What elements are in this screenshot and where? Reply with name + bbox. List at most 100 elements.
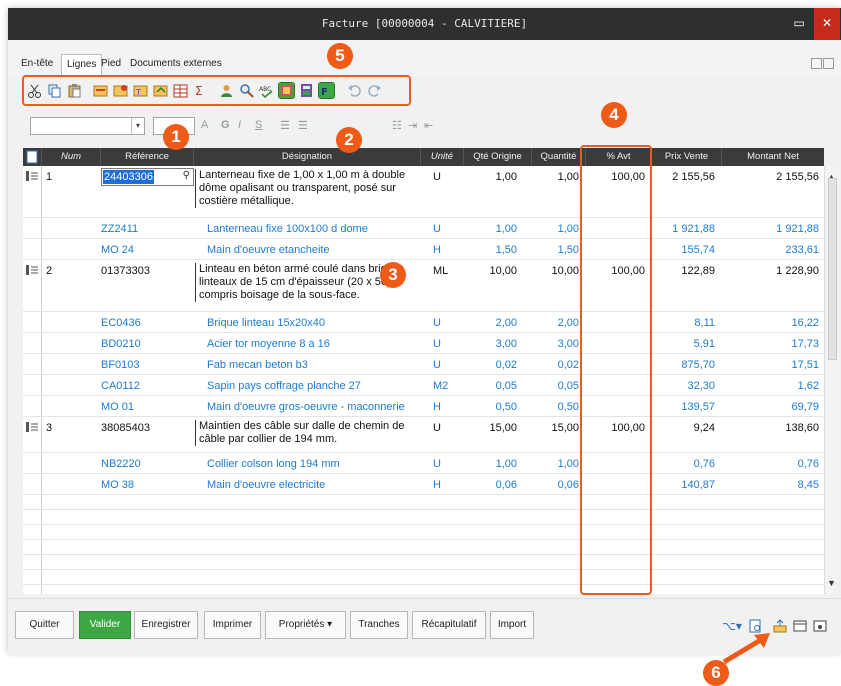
qte-origine-cell[interactable]: 10,00 bbox=[457, 265, 517, 277]
font-select[interactable]: ▾ bbox=[30, 117, 145, 135]
row-gutter[interactable] bbox=[23, 525, 42, 539]
empty-row[interactable] bbox=[23, 510, 824, 525]
import-button[interactable]: Import bbox=[490, 611, 534, 639]
prix-vente-cell[interactable]: 139,57 bbox=[653, 401, 715, 413]
qte-origine-cell[interactable]: 0,06 bbox=[457, 479, 517, 491]
montant-net-cell[interactable]: 2 155,56 bbox=[729, 171, 819, 183]
empty-row[interactable] bbox=[23, 540, 824, 555]
designation-cell[interactable]: Maintien des câble sur dalle de chemin d… bbox=[195, 420, 411, 446]
montant-net-cell[interactable]: 16,22 bbox=[729, 317, 819, 329]
unit-cell[interactable]: U bbox=[433, 171, 441, 183]
row-gutter[interactable] bbox=[23, 540, 42, 554]
enregistrer-button[interactable]: Enregistrer bbox=[134, 611, 198, 639]
montant-net-cell[interactable]: 138,60 bbox=[729, 422, 819, 434]
qte-origine-cell[interactable]: 1,00 bbox=[457, 223, 517, 235]
designation-cell[interactable]: Lanterneau fixe 100x100 d dome bbox=[207, 223, 427, 235]
qte-origine-cell[interactable]: 1,00 bbox=[457, 458, 517, 470]
settings-window-icon[interactable] bbox=[793, 619, 807, 636]
close-tab-icon[interactable] bbox=[823, 58, 834, 69]
empty-row[interactable] bbox=[23, 525, 824, 540]
row-gutter[interactable] bbox=[23, 312, 42, 332]
designation-cell[interactable]: Sapin pays coffrage planche 27 bbox=[207, 380, 427, 392]
tranches-button[interactable]: Tranches bbox=[350, 611, 408, 639]
quantite-cell[interactable]: 15,00 bbox=[529, 422, 579, 434]
row-gutter[interactable] bbox=[23, 239, 42, 259]
row-gutter[interactable] bbox=[23, 260, 42, 311]
tab-documents-externes[interactable]: Documents externes bbox=[125, 54, 227, 74]
col-reference[interactable]: Référence bbox=[101, 148, 194, 166]
row-gutter[interactable] bbox=[23, 218, 42, 238]
prix-vente-cell[interactable]: 1 921,88 bbox=[653, 223, 715, 235]
scroll-down-icon[interactable]: ▼ bbox=[827, 578, 836, 588]
row-gutter[interactable] bbox=[23, 354, 42, 374]
col-montant-net[interactable]: Montant Net bbox=[722, 148, 824, 166]
search-icon[interactable]: ⚲ bbox=[183, 170, 190, 181]
lines-grid[interactable]: 1 24403306 ⚲ Lanterneau fixe de 1,00 x 1,00… bbox=[23, 166, 824, 594]
reference-cell[interactable]: ZZ2411 bbox=[101, 223, 138, 235]
unit-cell[interactable]: U bbox=[433, 223, 441, 235]
vertical-scrollbar[interactable]: ▲ ▼ bbox=[824, 166, 838, 594]
unit-cell[interactable]: H bbox=[433, 479, 441, 491]
quantite-cell[interactable]: 0,50 bbox=[529, 401, 579, 413]
row-gutter[interactable] bbox=[23, 166, 42, 217]
designation-cell[interactable]: Collier colson long 194 mm bbox=[207, 458, 427, 470]
quitter-button[interactable]: Quitter bbox=[15, 611, 74, 639]
table-row-article[interactable]: 3 38085403 Maintien des câble sur dalle de… bbox=[23, 417, 824, 453]
row-gutter[interactable] bbox=[23, 555, 42, 569]
unit-cell[interactable]: H bbox=[433, 244, 441, 256]
table-row-component[interactable]: CA0112 Sapin pays coffrage planche 27 M2 0,… bbox=[23, 375, 824, 396]
montant-net-cell[interactable]: 69,79 bbox=[729, 401, 819, 413]
row-gutter[interactable] bbox=[23, 585, 42, 594]
designation-cell[interactable]: Linteau en béton armé coulé dans briq li… bbox=[195, 263, 411, 302]
reference-cell[interactable]: EC0436 bbox=[101, 317, 141, 329]
designation-cell[interactable]: Fab mecan beton b3 bbox=[207, 359, 427, 371]
table-row-component[interactable]: MO 01 Main d'oeuvre gros-oeuvre - maconne… bbox=[23, 396, 824, 417]
align-left-icon[interactable]: ☰ bbox=[280, 119, 290, 132]
montant-net-cell[interactable]: 17,51 bbox=[729, 359, 819, 371]
montant-net-cell[interactable]: 233,61 bbox=[729, 244, 819, 256]
prix-vente-cell[interactable]: 155,74 bbox=[653, 244, 715, 256]
prix-vente-cell[interactable]: 9,24 bbox=[653, 422, 715, 434]
unit-cell[interactable]: U bbox=[433, 359, 441, 371]
row-gutter[interactable] bbox=[23, 333, 42, 353]
montant-net-cell[interactable]: 17,73 bbox=[729, 338, 819, 350]
quantite-cell[interactable]: 1,00 bbox=[529, 171, 579, 183]
underline-button[interactable]: S bbox=[255, 119, 262, 131]
row-gutter[interactable] bbox=[23, 375, 42, 395]
table-row-component[interactable]: ZZ2411 Lanterneau fixe 100x100 d dome U 1,0… bbox=[23, 218, 824, 239]
reference-cell[interactable]: NB2220 bbox=[101, 458, 141, 470]
qte-origine-cell[interactable]: 0,02 bbox=[457, 359, 517, 371]
window-options-icon[interactable] bbox=[813, 619, 827, 636]
unit-cell[interactable]: M2 bbox=[433, 380, 448, 392]
montant-net-cell[interactable]: 0,76 bbox=[729, 458, 819, 470]
italic-button[interactable]: I bbox=[238, 119, 241, 131]
quantite-cell[interactable]: 0,05 bbox=[529, 380, 579, 392]
quantite-cell[interactable]: 3,00 bbox=[529, 338, 579, 350]
restore-icon[interactable] bbox=[811, 58, 822, 69]
prix-vente-cell[interactable]: 32,30 bbox=[653, 380, 715, 392]
qte-origine-cell[interactable]: 2,00 bbox=[457, 317, 517, 329]
montant-net-cell[interactable]: 1 921,88 bbox=[729, 223, 819, 235]
reference-cell[interactable]: MO 24 bbox=[101, 244, 134, 256]
col-unite[interactable]: Unité bbox=[421, 148, 464, 166]
qte-origine-cell[interactable]: 0,05 bbox=[457, 380, 517, 392]
quantite-cell[interactable]: 1,50 bbox=[529, 244, 579, 256]
bullet-list-icon[interactable]: ☷ bbox=[392, 119, 402, 132]
valider-button[interactable]: Valider bbox=[79, 611, 131, 639]
quantite-cell[interactable]: 1,00 bbox=[529, 223, 579, 235]
reference-cell[interactable]: BD0210 bbox=[101, 338, 141, 350]
chevron-down-icon[interactable]: ▾ bbox=[131, 118, 144, 134]
prix-vente-cell[interactable]: 140,87 bbox=[653, 479, 715, 491]
col-num[interactable]: Num bbox=[42, 148, 101, 166]
qte-origine-cell[interactable]: 15,00 bbox=[457, 422, 517, 434]
montant-net-cell[interactable]: 8,45 bbox=[729, 479, 819, 491]
designation-cell[interactable]: Main d'oeuvre etancheite bbox=[207, 244, 427, 256]
recapitulatif-button[interactable]: Récapitulatif bbox=[412, 611, 486, 639]
unit-cell[interactable]: U bbox=[433, 317, 441, 329]
bold-button[interactable]: G bbox=[221, 119, 230, 131]
table-row-component[interactable]: MO 24 Main d'oeuvre etancheite H 1,50 1,50 15… bbox=[23, 239, 824, 260]
prix-vente-cell[interactable]: 5,91 bbox=[653, 338, 715, 350]
tab-en-tete[interactable]: En-tête bbox=[16, 54, 58, 74]
quantite-cell[interactable]: 0,02 bbox=[529, 359, 579, 371]
reference-cell[interactable]: 01373303 bbox=[101, 265, 150, 277]
